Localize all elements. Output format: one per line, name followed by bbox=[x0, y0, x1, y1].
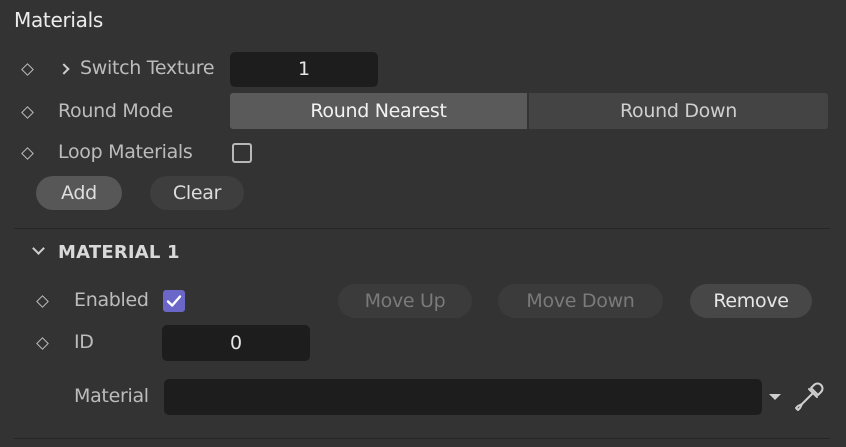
remove-button[interactable]: Remove bbox=[690, 284, 812, 318]
bottom-divider bbox=[14, 438, 830, 439]
section-divider bbox=[14, 228, 830, 229]
keyframe-diamond-icon[interactable] bbox=[21, 63, 34, 76]
panel-title: Materials bbox=[14, 8, 103, 32]
keyframe-diamond-icon[interactable] bbox=[21, 106, 34, 119]
loop-materials-label: Loop Materials bbox=[58, 141, 193, 163]
chevron-right-icon[interactable] bbox=[58, 63, 70, 75]
check-icon bbox=[166, 295, 182, 307]
dropdown-arrow-icon[interactable] bbox=[768, 392, 782, 402]
switch-texture-label: Switch Texture bbox=[80, 57, 215, 79]
clear-button[interactable]: Clear bbox=[150, 176, 244, 210]
round-nearest-option[interactable]: Round Nearest bbox=[230, 93, 527, 129]
keyframe-diamond-icon[interactable] bbox=[36, 295, 49, 308]
material-section-title: MATERIAL 1 bbox=[58, 242, 180, 263]
round-down-option[interactable]: Round Down bbox=[529, 93, 828, 129]
enabled-label: Enabled bbox=[74, 289, 149, 311]
material-label: Material bbox=[74, 385, 149, 407]
keyframe-diamond-icon[interactable] bbox=[36, 337, 49, 350]
switch-texture-field[interactable]: 1 bbox=[230, 52, 378, 87]
eyedropper-icon[interactable] bbox=[794, 380, 826, 412]
move-down-button[interactable]: Move Down bbox=[498, 284, 663, 318]
id-field[interactable]: 0 bbox=[162, 325, 310, 361]
enabled-checkbox[interactable] bbox=[163, 290, 185, 312]
add-button[interactable]: Add bbox=[36, 176, 122, 210]
chevron-down-icon[interactable] bbox=[32, 242, 45, 255]
id-label: ID bbox=[74, 331, 94, 353]
loop-materials-checkbox[interactable] bbox=[232, 143, 252, 163]
round-mode-label: Round Mode bbox=[58, 100, 173, 122]
material-link-field[interactable] bbox=[164, 379, 762, 415]
keyframe-diamond-icon[interactable] bbox=[21, 147, 34, 160]
move-up-button[interactable]: Move Up bbox=[338, 284, 472, 318]
